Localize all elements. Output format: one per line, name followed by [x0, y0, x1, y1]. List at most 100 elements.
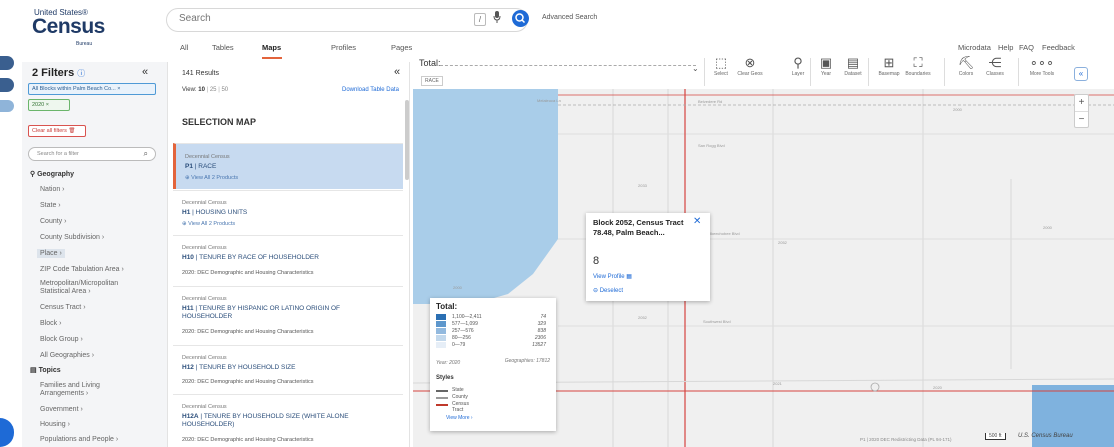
topic-label: Housing [40, 421, 66, 428]
legend-swatch [436, 328, 446, 334]
geo-item-all[interactable]: All Geographies › [40, 352, 94, 359]
clear-geos-tool[interactable]: ⊗ Clear Geos [735, 55, 765, 77]
classes-tool[interactable]: ⋲ Classes [980, 55, 1010, 77]
card-code: P1 [185, 163, 193, 170]
geo-item-place[interactable]: Place › [37, 249, 65, 258]
download-table-data-link[interactable]: Download Table Data [342, 87, 399, 93]
card-sub[interactable]: ⊕ View All 2 Products [185, 175, 238, 181]
topic-item-government[interactable]: Government › [40, 406, 83, 413]
result-card[interactable]: Decennial Census H12A | TENURE BY HOUSEH… [173, 394, 403, 447]
geo-item-block[interactable]: Block › [40, 320, 61, 327]
card-code: H11 [182, 305, 194, 312]
pin-icon: ⚲ [30, 171, 36, 178]
feedback-link[interactable]: Feedback [1042, 43, 1075, 52]
card-kind: Decennial Census [182, 355, 227, 361]
clear-all-label: Clear all filters [32, 128, 67, 134]
topic-item-housing[interactable]: Housing › [40, 421, 70, 428]
results-scrollbar[interactable] [405, 100, 409, 180]
census-logo[interactable]: United States® Census Bureau [32, 8, 105, 47]
result-card[interactable]: Decennial Census H1 | HOUSING UNITS ⊕ Vi… [173, 190, 403, 234]
select-tool[interactable]: ⬚ Select [706, 55, 736, 77]
style-label: Census Tract [452, 401, 469, 413]
card-title-text: TENURE BY HOUSEHOLD SIZE (WHITE ALONE [203, 413, 349, 420]
dataset-tool[interactable]: ▤ Dataset [838, 55, 868, 77]
tool-label: More Tools [1029, 71, 1055, 77]
topic-item-families-line2[interactable]: Arrangements › [40, 390, 88, 397]
view-profile-link[interactable]: View Profile ▦ [593, 273, 632, 280]
collapse-results-icon[interactable]: « [394, 66, 400, 78]
legend-year: Year: 2020 [436, 360, 461, 366]
geo-item-census-tract[interactable]: Census Tract › [40, 304, 86, 311]
tab-pages[interactable]: Pages [391, 43, 412, 52]
rail-button[interactable] [0, 78, 14, 92]
clear-all-filters-button[interactable]: Clear all filters 🗑 [28, 125, 86, 137]
geo-item-metro[interactable]: Metropolitan/Micropolitan [40, 280, 118, 287]
help-link[interactable]: Help [998, 43, 1013, 52]
microdata-link[interactable]: Microdata [958, 43, 991, 52]
basemap-tool[interactable]: ⊞ Basemap [874, 55, 904, 77]
search-button[interactable] [512, 10, 529, 27]
advanced-search-link[interactable]: Advanced Search [542, 14, 597, 21]
tab-maps[interactable]: Maps [262, 43, 281, 52]
deselect-link[interactable]: ⊖ Deselect [593, 287, 623, 294]
search-input[interactable] [179, 13, 459, 24]
colors-tool[interactable]: ⛏ Colors [951, 55, 981, 77]
collapse-filters-icon[interactable]: « [142, 66, 148, 78]
geo-item-block-group[interactable]: Block Group › [40, 336, 83, 343]
result-card[interactable]: Decennial Census H10 | TENURE BY RACE OF… [173, 235, 403, 285]
topic-label: Families and Living [40, 382, 100, 389]
filter-chip-year[interactable]: 2020 × [28, 99, 70, 111]
year-tool[interactable]: ▣ Year [811, 55, 841, 77]
card-sub: 2020: DEC Demographic and Housing Charac… [182, 270, 314, 276]
close-icon[interactable]: ✕ [693, 216, 701, 227]
geo-item-metro-line2[interactable]: Statistical Area › [40, 288, 91, 295]
tool-label: Basemap [878, 71, 900, 77]
zoom-out-button[interactable]: − [1075, 112, 1088, 128]
faq-link[interactable]: FAQ [1019, 43, 1034, 52]
chevron-down-icon[interactable]: ⌄ [692, 64, 699, 73]
topic-item-populations[interactable]: Populations and People › [40, 436, 118, 443]
view-more-link[interactable]: View More › [446, 415, 473, 421]
result-card[interactable]: Decennial Census P1 | RACE ⊕ View All 2 … [173, 143, 403, 189]
block-label: 2000 [453, 285, 463, 290]
geo-item-county-subdivision[interactable]: County Subdivision › [40, 234, 104, 241]
popup-value: 8 [593, 255, 600, 267]
collapse-toolbar-icon[interactable]: « [1074, 67, 1088, 81]
card-kind: Decennial Census [182, 200, 227, 206]
topic-item-families[interactable]: Families and Living [40, 382, 100, 389]
results-count: 141 Results [182, 70, 219, 77]
result-card[interactable]: Decennial Census H11 | TENURE BY HISPANI… [173, 286, 403, 344]
rail-button[interactable] [0, 100, 14, 112]
view-option-25[interactable]: 25 [210, 87, 217, 93]
zoom-in-button[interactable]: + [1075, 95, 1088, 112]
geography-section-title[interactable]: ⚲ Geography [30, 170, 74, 178]
rail-button[interactable] [0, 56, 14, 70]
map-variable-title[interactable]: Total: [419, 58, 441, 68]
view-option-10[interactable]: 10 [198, 87, 205, 93]
geo-item-nation[interactable]: Nation › [40, 186, 65, 193]
legend-title: Total: [436, 302, 458, 311]
card-title-line2: HOUSEHOLDER) [182, 421, 235, 428]
tab-tables[interactable]: Tables [212, 43, 234, 52]
card-code: H12A [182, 413, 199, 420]
card-sub[interactable]: ⊕ View All 2 Products [182, 221, 235, 227]
microphone-icon[interactable] [493, 11, 501, 26]
tool-label: Layer [791, 71, 805, 77]
help-icon[interactable]: ⓘ [77, 69, 85, 78]
filter-search-input[interactable]: Search for a filter ⌕ [28, 147, 156, 161]
view-label: View: [182, 87, 197, 93]
tab-profiles[interactable]: Profiles [331, 43, 356, 52]
legend-row: 0—79 13527 [436, 342, 550, 348]
geo-item-county[interactable]: County › [40, 218, 66, 225]
boundaries-tool[interactable]: ⛶ Boundaries [903, 55, 933, 77]
view-option-50[interactable]: 50 [221, 87, 228, 93]
feedback-tab[interactable] [0, 418, 14, 447]
more-tools[interactable]: ∘∘∘ More Tools [1025, 55, 1059, 77]
topics-section-title[interactable]: ▤ Topics [30, 366, 61, 374]
geo-item-zcta[interactable]: ZIP Code Tabulation Area › [40, 266, 124, 273]
result-card[interactable]: Decennial Census H12 | TENURE BY HOUSEHO… [173, 345, 403, 393]
tab-all[interactable]: All [180, 43, 188, 52]
filter-chip-geography[interactable]: All Blocks within Palm Beach Co... × [28, 83, 156, 95]
geo-item-state[interactable]: State › [40, 202, 61, 209]
layer-tool[interactable]: ⚲ Layer [783, 55, 813, 77]
